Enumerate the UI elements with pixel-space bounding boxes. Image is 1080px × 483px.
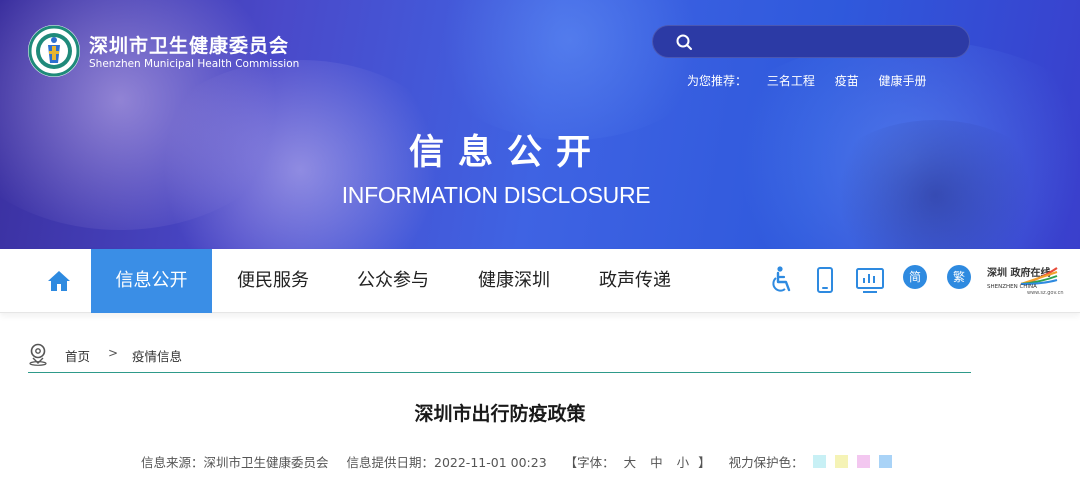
nav-item-info-disclosure[interactable]: 信息公开 <box>91 249 212 313</box>
font-size-label-open: 【字体： <box>564 455 615 470</box>
recommend-link-sanming[interactable]: 三名工程 <box>767 74 815 88</box>
banner-decoration <box>420 0 720 140</box>
org-name-en: Shenzhen Municipal Health Commission <box>89 58 300 70</box>
simplified-chinese-button[interactable]: 简 <box>903 265 927 289</box>
breadcrumb-home[interactable]: 首页 <box>65 346 90 365</box>
eye-protection-label: 视力保护色： <box>728 455 804 470</box>
article-source: 信息来源：深圳市卫生健康委员会 <box>141 455 329 470</box>
eye-color-swatch-pink[interactable] <box>856 455 870 468</box>
font-size-small-button[interactable]: 小 <box>677 455 690 470</box>
header-banner: 深圳市卫生健康委员会 Shenzhen Municipal Health Com… <box>0 0 1080 249</box>
article-date: 信息提供日期：2022-11-01 00:23 <box>346 455 547 470</box>
sz-logo-url: www.sz.gov.cn <box>1027 290 1064 296</box>
hero-title-cn: 信息公开 <box>408 132 605 173</box>
health-commission-logo[interactable] <box>28 25 80 77</box>
recommend-links: 为您推荐： 三名工程 疫苗 健康手册 <box>687 72 943 89</box>
home-icon[interactable] <box>46 268 72 294</box>
shenzhen-gov-logo[interactable]: 深圳 政府在线 SHENZHEN CHINA www.sz.gov.cn <box>985 264 1064 298</box>
recommend-link-vaccine[interactable]: 疫苗 <box>835 74 859 88</box>
sz-logo-ribbon-icon <box>1020 267 1058 286</box>
font-size-medium-button[interactable]: 中 <box>650 455 663 470</box>
emblem-icon <box>28 25 80 77</box>
nav-item-voice[interactable]: 政声传递 <box>587 249 683 313</box>
eye-color-swatch-yellow[interactable] <box>834 455 848 468</box>
search-icon[interactable] <box>675 33 693 51</box>
font-size-large-button[interactable]: 大 <box>624 455 637 470</box>
article-meta: 信息来源：深圳市卫生健康委员会 信息提供日期：2022-11-01 00:23 … <box>141 452 892 471</box>
nav-item-healthy-shenzhen[interactable]: 健康深圳 <box>466 249 562 313</box>
main-nav: 信息公开 便民服务 公众参与 健康深圳 政声传递 简 繁 深圳 政府在线 SHE… <box>0 249 1080 313</box>
eye-color-swatch-cyan[interactable] <box>812 455 826 468</box>
location-pin-icon <box>29 343 47 366</box>
eye-color-swatch-blue[interactable] <box>878 455 892 468</box>
article-title: 深圳市出行防疫政策 <box>414 403 586 425</box>
breadcrumb: 首页 > 疫情信息 <box>28 340 971 373</box>
nav-item-public-service[interactable]: 便民服务 <box>225 249 321 313</box>
org-name-cn: 深圳市卫生健康委员会 <box>89 35 290 57</box>
breadcrumb-current[interactable]: 疫情信息 <box>132 346 182 365</box>
breadcrumb-separator: > <box>108 346 119 360</box>
recommend-link-health-manual[interactable]: 健康手册 <box>879 74 927 88</box>
data-chart-icon[interactable] <box>855 265 885 295</box>
traditional-chinese-button[interactable]: 繁 <box>947 265 971 289</box>
font-size-label-close: 】 <box>698 455 711 470</box>
hero-title-en: INFORMATION DISCLOSURE <box>341 182 651 208</box>
search-bar[interactable] <box>652 25 970 58</box>
search-input[interactable] <box>699 31 959 53</box>
recommend-label: 为您推荐： <box>687 74 748 88</box>
mobile-icon[interactable] <box>816 265 834 295</box>
accessibility-icon[interactable] <box>769 265 795 295</box>
nav-item-public-participation[interactable]: 公众参与 <box>345 249 441 313</box>
